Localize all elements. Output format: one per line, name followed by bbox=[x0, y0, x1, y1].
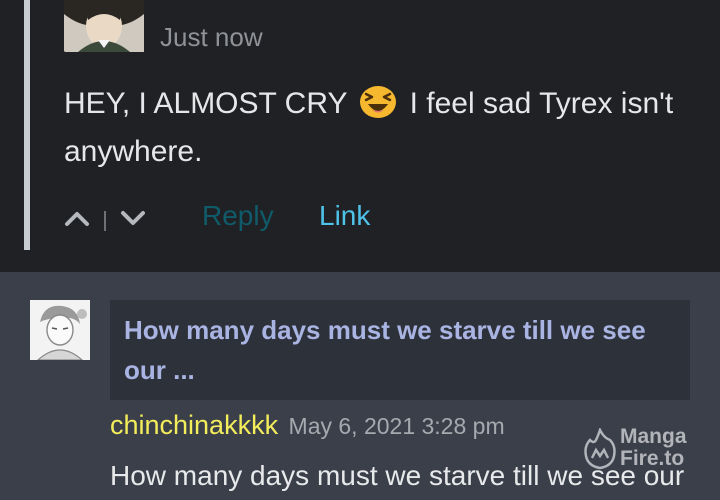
avatar[interactable] bbox=[30, 300, 90, 360]
thread-line bbox=[24, 0, 30, 250]
quoted-comment[interactable]: How many days must we starve till we see… bbox=[110, 300, 690, 400]
comment-body: HEY, I ALMOST CRY I feel sad Tyrex isn't… bbox=[64, 80, 694, 176]
laughing-squint-emoji-icon bbox=[359, 85, 397, 119]
comment-meta: chinchinakkkk May 6, 2021 3:28 pm bbox=[110, 410, 505, 441]
avatar[interactable] bbox=[64, 0, 144, 52]
reply-button[interactable]: Reply bbox=[202, 200, 274, 232]
watermark-line: Fire.to bbox=[620, 447, 685, 470]
flame-logo-icon bbox=[582, 426, 618, 470]
vote-divider bbox=[104, 211, 106, 231]
comment-actions bbox=[62, 196, 148, 240]
chevron-down-icon[interactable] bbox=[118, 203, 148, 233]
quoted-comment-text: How many days must we starve till we see… bbox=[124, 315, 646, 385]
watermark-line: Manga bbox=[620, 425, 687, 448]
comment-date: May 6, 2021 3:28 pm bbox=[288, 413, 505, 439]
watermark: Manga Fire.to bbox=[582, 426, 702, 472]
comment-timestamp: Just now bbox=[160, 22, 263, 52]
watermark-text: Manga Fire.to bbox=[620, 426, 687, 470]
top-comment: Just now HEY, I ALMOST CRY I feel sad Ty… bbox=[0, 0, 720, 272]
link-button[interactable]: Link bbox=[319, 200, 370, 232]
comment-author[interactable]: chinchinakkkk bbox=[110, 410, 278, 440]
chevron-up-icon[interactable] bbox=[62, 203, 92, 233]
comment-text-part: HEY, I ALMOST CRY bbox=[64, 87, 347, 120]
